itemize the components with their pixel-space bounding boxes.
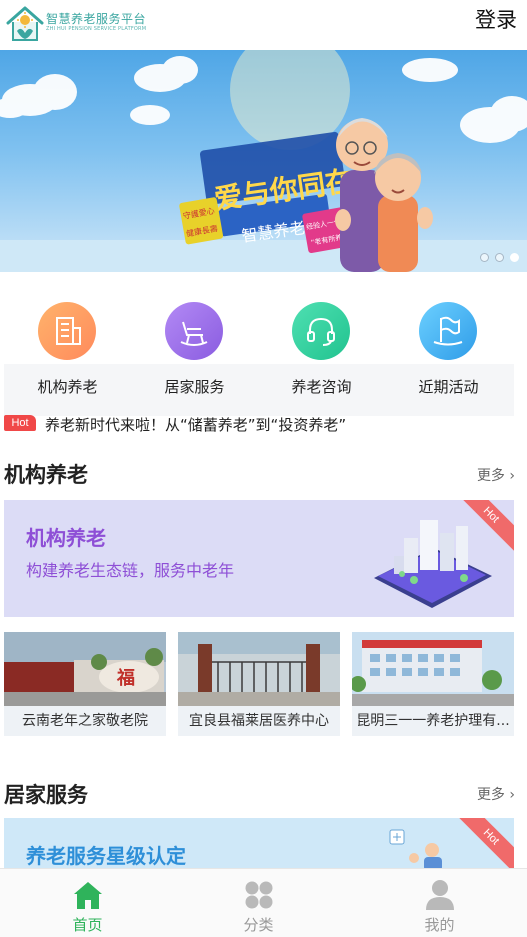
more-label: 更多 [476, 468, 505, 484]
grid-icon [242, 879, 276, 911]
section-title-home-service: 居家服务 [4, 783, 88, 807]
carousel-dot[interactable] [495, 253, 504, 262]
news-ticker[interactable]: Hot 养老新时代来啦！从“储蓄养老”到“投资养老” [4, 414, 524, 436]
nav-label: 机构养老 [37, 378, 98, 396]
nav-item-consult[interactable]: 养老咨询 [258, 294, 385, 414]
more-label: 更多 [476, 787, 505, 803]
user-icon [423, 879, 457, 911]
promo-title: 机构养老 [26, 526, 106, 550]
facility-photo: 福 [4, 632, 166, 706]
chevron-right-icon: › [504, 787, 515, 803]
tab-category[interactable]: 分类 [171, 869, 346, 937]
facility-card[interactable]: 福 云南老年之家敬老院 [4, 632, 166, 736]
more-link-institution[interactable]: 更多 › [477, 465, 515, 485]
brand-name: 智慧养老服务平台 [46, 12, 147, 26]
nav-grid: 机构养老 居家服务 养老咨询 近期活动 [4, 294, 514, 414]
nav-item-home-service[interactable]: 居家服务 [131, 294, 258, 414]
chevron-right-icon: › [504, 468, 515, 484]
tab-home[interactable]: 首页 [0, 869, 175, 937]
carousel-dot[interactable] [480, 253, 489, 262]
building-icon [38, 302, 96, 360]
app-header: 智慧养老服务平台 ZHI HUI PENSION SERVICE PLATFOR… [0, 0, 527, 50]
promo-title: 养老服务星级认定 [26, 844, 186, 868]
flag-icon [419, 302, 477, 360]
more-link-home-service[interactable]: 更多 › [477, 784, 515, 804]
headset-icon [292, 302, 350, 360]
facility-photo [178, 632, 340, 706]
house-heart-icon [4, 3, 46, 45]
nav-item-activities[interactable]: 近期活动 [385, 294, 512, 414]
tab-label: 我的 [424, 916, 455, 934]
nav-label: 养老咨询 [291, 378, 352, 396]
facility-name: 宜良县福莱居医养中心 [189, 713, 329, 729]
home-icon [71, 879, 105, 911]
carousel-dots [480, 253, 519, 262]
nav-item-institution[interactable]: 机构养老 [4, 294, 131, 414]
ticker-text[interactable]: 养老新时代来啦！从“储蓄养老”到“投资养老” [45, 414, 346, 435]
promo-subtitle: 构建养老生态链，服务中老年 [26, 561, 235, 580]
carousel-dot-active[interactable] [510, 253, 519, 262]
banner-carousel[interactable]: 爱与你同在 智慧养老 守護愛心 健康長壽 经验人一个 “老有所养” [0, 50, 527, 272]
rocking-chair-icon [165, 302, 223, 360]
city-phone-illustration [374, 520, 492, 608]
login-button[interactable]: 登录 [475, 4, 517, 34]
promo-card-home-service[interactable]: 养老服务星级认定 Hot [4, 818, 514, 868]
section-title-institution: 机构养老 [4, 463, 88, 487]
facility-name: 昆明三一一养老护理有... [356, 713, 510, 729]
brand: 智慧养老服务平台 ZHI HUI PENSION SERVICE PLATFOR… [46, 12, 146, 33]
tab-label: 分类 [243, 916, 274, 934]
facility-photo [352, 632, 514, 706]
nav-label: 近期活动 [418, 378, 479, 396]
nav-label: 居家服务 [164, 378, 225, 396]
banner-illustration: 爱与你同在 智慧养老 守護愛心 健康長壽 经验人一个 “老有所养” [0, 50, 527, 272]
tab-label: 首页 [72, 916, 103, 934]
hot-badge: Hot [4, 415, 36, 431]
hot-ribbon: Hot [452, 818, 514, 868]
tab-mine[interactable]: 我的 [352, 869, 527, 937]
brand-subtitle: ZHI HUI PENSION SERVICE PLATFORM [46, 26, 147, 32]
facility-card[interactable]: 昆明三一一养老护理有... [352, 632, 514, 736]
promo-card-institution[interactable]: 机构养老 构建养老生态链，服务中老年 Hot [4, 500, 514, 617]
bottom-tab-bar: 首页 分类 我的 [0, 868, 527, 937]
facility-name: 云南老年之家敬老院 [22, 713, 148, 729]
people-illustration [389, 829, 442, 868]
facility-card[interactable]: 宜良县福莱居医养中心 [178, 632, 340, 736]
facility-photo-text: 福 [116, 667, 135, 689]
